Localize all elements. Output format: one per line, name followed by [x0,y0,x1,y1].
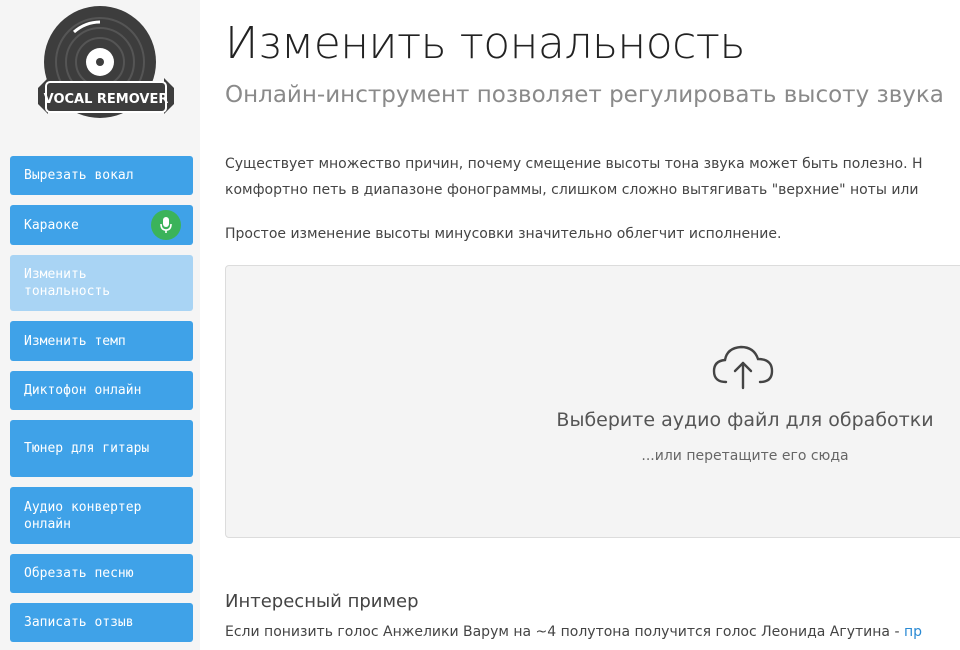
file-dropzone[interactable] [225,265,960,538]
example-sentence: Если понизить голос Анжелики Варум на ~4… [225,624,904,640]
sidebar-item-remove-vocal[interactable]: Вырезать вокал [10,156,193,195]
cloud-upload-icon [712,345,774,390]
sidebar-item-label: Обрезать песню [24,566,134,581]
sidebar-item-guitar-tuner[interactable]: Тюнер для гитары [10,420,193,477]
sidebar-item-label: Вырезать вокал [24,168,134,183]
page-subtitle: Онлайн-инструмент позволяет регулировать… [225,82,944,108]
sidebar-item-label: Аудио конвертер онлайн [24,499,142,532]
sidebar-item-change-pitch[interactable]: Изменить тональность [10,255,193,311]
section-heading: Интересный пример [225,591,419,612]
logo-text: VOCAL REMOVER [44,92,169,107]
sidebar-item-label: Записать отзыв [24,615,134,630]
intro-paragraph-line-1: Существует множество причин, почему смещ… [225,156,923,172]
sidebar-item-cut-song[interactable]: Обрезать песню [10,554,193,593]
sidebar-item-voice-recorder[interactable]: Диктофон онлайн [10,371,193,410]
sidebar-item-audio-converter[interactable]: Аудио конвертер онлайн [10,487,193,544]
intro-paragraph-line-3: Простое изменение высоты минусовки значи… [225,226,782,242]
sidebar-item-write-review[interactable]: Записать отзыв [10,603,193,642]
sidebar-item-label: Изменить темп [24,333,126,349]
sidebar: VOCAL REMOVER Вырезать вокал Караоке Изм… [0,0,200,650]
sidebar-item-label: Караоке [24,217,79,233]
sidebar-item-label: Тюнер для гитары [24,441,150,456]
intro-paragraph-line-2: комфортно петь в диапазоне фонограммы, с… [225,182,919,198]
sidebar-item-change-tempo[interactable]: Изменить темп [10,321,193,361]
microphone-icon [151,210,181,240]
vocal-remover-logo[interactable]: VOCAL REMOVER [38,6,174,136]
sidebar-item-karaoke[interactable]: Караоке [10,205,193,245]
sidebar-item-label: Диктофон онлайн [24,383,142,398]
example-text: Если понизить голос Анжелики Варум на ~4… [225,624,922,640]
example-link[interactable]: пр [904,624,922,640]
main-content: Изменить тональность Онлайн-инструмент п… [225,0,960,650]
dropzone-hint: ...или перетащите его сюда [641,448,849,464]
page-title: Изменить тональность [225,18,745,69]
sidebar-item-label: Изменить тональность [24,267,111,299]
dropzone-title: Выберите аудио файл для обработки [556,409,934,431]
